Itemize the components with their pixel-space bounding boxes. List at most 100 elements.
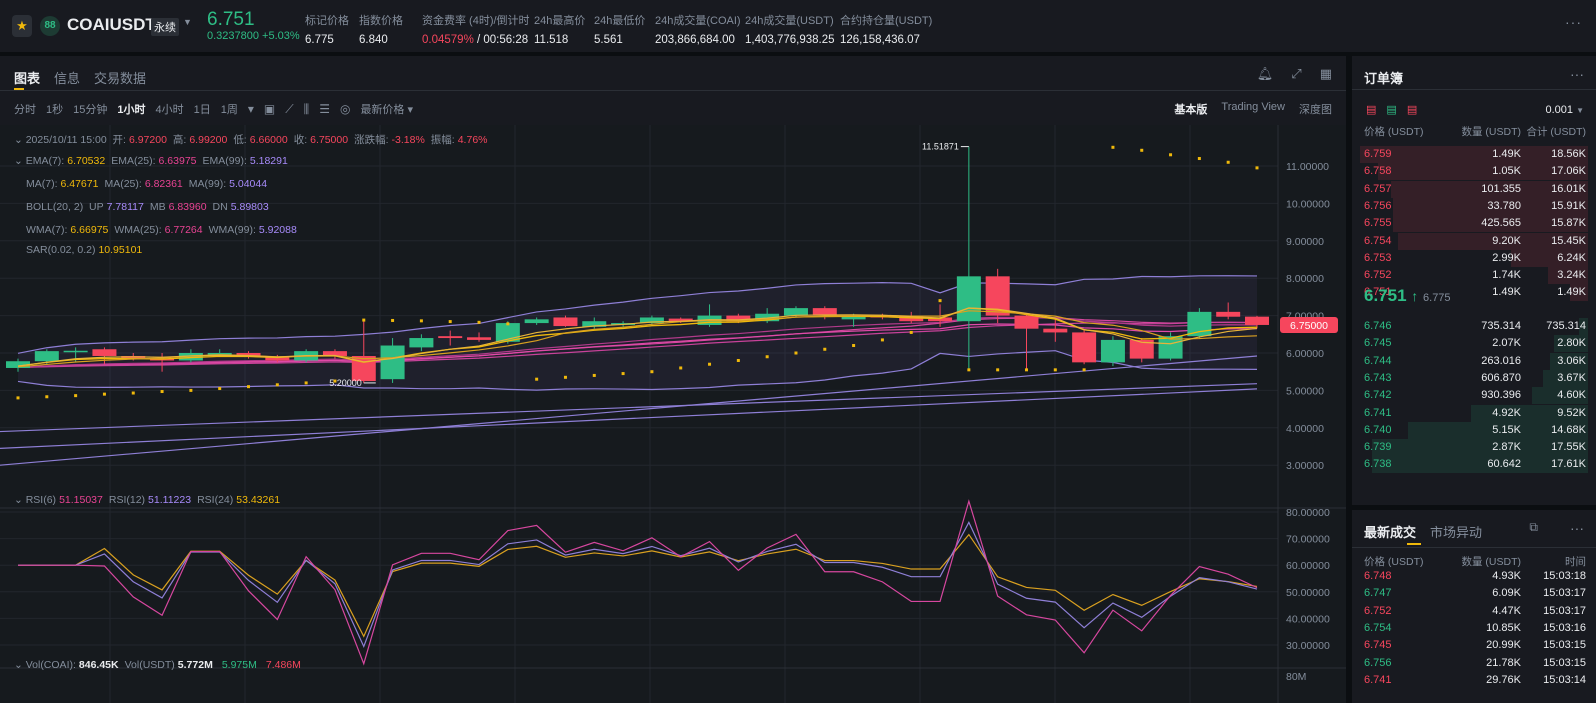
y-tick-label: 3.00000 (1286, 460, 1324, 472)
rsi-legend[interactable]: ⌄ RSI(6) 51.15037 RSI(12) 51.11223 RSI(24) 53… (14, 494, 286, 506)
view-basic[interactable]: 基本版 (1174, 101, 1207, 117)
price-type-select[interactable]: 最新价格 ▾ (360, 101, 413, 117)
label: Vol(USDT) (124, 659, 175, 671)
bid-row[interactable]: 6.746 735.314 735.314 (1352, 318, 1596, 335)
col-time: 时间 (1565, 556, 1586, 568)
calendar-icon[interactable]: ▣ (264, 102, 275, 116)
quantity: 21.78K (1486, 656, 1521, 669)
popout-icon[interactable]: ⧉ (1529, 520, 1538, 535)
sar-dot (74, 394, 78, 398)
time: 15:03:17 (1543, 604, 1586, 617)
price: 6.745 (1364, 639, 1392, 652)
bid-row[interactable]: 6.741 4.92K 9.52K (1352, 404, 1596, 422)
price: 6.747 (1364, 587, 1392, 600)
candle-body (956, 276, 981, 322)
stat-value: 126,158,436.07 (840, 34, 920, 46)
tab-info[interactable]: 信息 (54, 68, 80, 87)
sar-dot (160, 390, 164, 394)
ask-row[interactable]: 6.756 33.780 15.91K (1352, 197, 1596, 215)
symbol-name[interactable]: COAIUSDT (67, 15, 156, 35)
book-view-toggles[interactable]: ▤▤▤ (1366, 103, 1427, 116)
trade-row: 6.745 20.99K 15:03:15 (1352, 637, 1596, 654)
coin-logo-icon: 88 (40, 16, 60, 36)
tab-market-activity[interactable]: 市场异动 (1430, 522, 1482, 541)
bell-icon[interactable]: 🔔︎ (1257, 66, 1274, 82)
rsi-tick-label: 50.00000 (1286, 587, 1330, 599)
symbol-dropdown-icon[interactable]: ▼ (183, 17, 192, 27)
candle-body (553, 317, 578, 327)
target-icon[interactable]: ◎ (340, 102, 350, 116)
bid-row[interactable]: 6.745 2.07K 2.80K (1352, 335, 1596, 353)
trade-row: 6.748 4.93K 15:03:18 (1352, 568, 1596, 585)
sar-dot (1140, 148, 1144, 152)
volume-legend[interactable]: ⌄ Vol(COAI): 846.45K Vol(USDT) 5.772M 5.975M… (14, 659, 307, 671)
interval-1[interactable]: 1秒 (46, 101, 63, 117)
value: 6.82361 (144, 178, 183, 190)
price: 6.757 (1364, 182, 1392, 195)
ask-row[interactable]: 6.759 1.49K 18.56K (1352, 146, 1596, 163)
dropdown-caret-icon[interactable]: ▾ (248, 102, 254, 116)
quantity: 33.780 (1487, 199, 1521, 212)
interval-0[interactable]: 分时 (14, 101, 36, 117)
tab-latest-trades[interactable]: 最新成交 (1364, 522, 1416, 541)
book-both-icon[interactable]: ▤ (1366, 104, 1386, 116)
total: 17.61K (1551, 458, 1586, 471)
book-asks-icon[interactable]: ▤ (1407, 104, 1427, 116)
col-price: 价格 (USDT) (1364, 556, 1424, 568)
rsi-tick-label: 70.00000 (1286, 534, 1330, 546)
ask-row[interactable]: 6.753 2.99K 6.24K (1352, 249, 1596, 267)
bid-row[interactable]: 6.744 263.016 3.06K (1352, 352, 1596, 370)
price: 6.739 (1364, 441, 1392, 454)
ask-row[interactable]: 6.755 425.565 15.87K (1352, 215, 1596, 233)
bid-row[interactable]: 6.739 2.87K 17.55K (1352, 439, 1596, 457)
layout-grid-icon[interactable]: ▦ (1320, 66, 1332, 82)
label: MB (149, 201, 166, 213)
view-tradingview[interactable]: Trading View (1221, 101, 1285, 117)
quantity: 1.74K (1492, 269, 1521, 282)
price: 6.756 (1364, 199, 1392, 212)
tab-trading-data[interactable]: 交易数据 (94, 68, 146, 87)
y-tick-label: 6.00000 (1286, 348, 1324, 360)
bid-row[interactable]: 6.743 606.870 3.67K (1352, 369, 1596, 387)
interval-4[interactable]: 4小时 (156, 101, 184, 117)
book-bids-icon[interactable]: ▤ (1386, 104, 1406, 116)
arrow-up-icon: ↑ (1411, 288, 1419, 304)
quantity: 9.20K (1492, 234, 1521, 247)
label: MA(7): (26, 178, 58, 190)
bid-row[interactable]: 6.742 930.396 4.60K (1352, 387, 1596, 405)
interval-3[interactable]: 1小时 (117, 101, 145, 117)
quantity: 606.870 (1481, 371, 1521, 384)
tick-size-select[interactable]: 0.001 ▼ (1545, 104, 1584, 116)
total: 6.24K (1557, 251, 1586, 264)
settings-list-icon[interactable]: ☰ (319, 102, 330, 116)
price: 6.746 (1364, 320, 1392, 332)
sar-dot (304, 381, 308, 385)
candle-body (409, 338, 434, 348)
candle-type-icon[interactable]: ⫼ (304, 102, 310, 117)
favorite-star-icon[interactable]: ★ (12, 15, 32, 37)
chart-panel: 图表 信息 交易数据 🔔︎ ⤢ ▦ 分时 1秒 15分钟 1小时 4小时 1日 1周 ▾ ▣ ⟋ ⫼… (0, 56, 1346, 703)
total: 4.60K (1557, 389, 1586, 402)
more-icon[interactable]: ··· (1570, 520, 1584, 536)
sar-dot (794, 351, 798, 355)
tab-chart[interactable]: 图表 (14, 68, 40, 87)
indicator-icon[interactable]: ⟋ (285, 102, 293, 117)
price: 6.752 (1364, 269, 1392, 282)
interval-5[interactable]: 1日 (194, 101, 211, 117)
ask-row[interactable]: 6.754 9.20K 15.45K (1352, 232, 1596, 250)
bid-row[interactable]: 6.740 5.15K 14.68K (1352, 421, 1596, 439)
ema-legend[interactable]: ⌄ EMA(7): 6.70532 EMA(25): 6.63975 EMA(99): 5… (14, 155, 294, 167)
quantity: 4.47K (1492, 604, 1521, 617)
interval-6[interactable]: 1周 (221, 101, 238, 117)
bid-row[interactable]: 6.738 60.642 17.61K (1352, 456, 1596, 474)
more-icon[interactable]: ··· (1565, 14, 1582, 30)
more-icon[interactable]: ··· (1570, 66, 1584, 82)
ask-row[interactable]: 6.758 1.05K 17.06K (1352, 163, 1596, 181)
expand-icon[interactable]: ⤢ (1291, 66, 1301, 82)
price: 6.745 (1364, 337, 1392, 350)
ask-row[interactable]: 6.752 1.74K 3.24K (1352, 267, 1596, 285)
interval-2[interactable]: 15分钟 (73, 101, 107, 117)
ask-row[interactable]: 6.757 101.355 16.01K (1352, 180, 1596, 198)
stat-label: 指数价格 (359, 15, 403, 27)
view-depth[interactable]: 深度图 (1299, 101, 1332, 117)
